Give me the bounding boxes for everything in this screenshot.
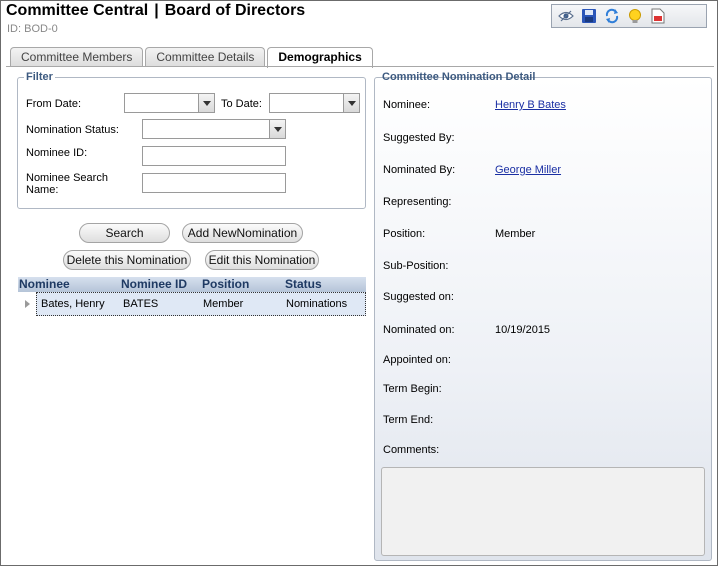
nominee-search-label: Nominee Search <box>26 172 108 184</box>
nominee-search-label-2: Name: <box>26 184 59 196</box>
detail-legend: Committee Nomination Detail <box>382 71 536 83</box>
position-label: Position: <box>383 228 426 240</box>
nominated-by-label: Nominated By: <box>383 164 456 176</box>
position-value: Member <box>495 228 536 240</box>
record-id: ID: BOD-0 <box>7 23 58 35</box>
expand-row-icon[interactable] <box>18 292 36 316</box>
column-header-nominee[interactable]: Nominee <box>18 277 121 292</box>
comments-textarea[interactable] <box>381 467 705 556</box>
refresh-icon[interactable] <box>602 7 621 26</box>
nominee-search-input[interactable] <box>142 173 286 193</box>
view-icon[interactable] <box>556 7 575 26</box>
edit-nomination-button[interactable]: Edit this Nomination <box>205 250 319 270</box>
filter-legend: Filter <box>24 71 55 83</box>
search-button[interactable]: Search <box>79 223 170 243</box>
nomination-status-select[interactable] <box>142 119 286 139</box>
cell-status: Nominations <box>286 298 348 310</box>
nominee-id-label: Nominee ID: <box>26 147 88 159</box>
page-title: Committee Central | Board of Directors <box>6 2 305 20</box>
tab-divider <box>6 66 714 67</box>
nomination-detail-panel: Committee Nomination Detail Nominee: Hen… <box>374 71 712 561</box>
grid-header: Nominee Nominee ID Position Status <box>18 277 366 292</box>
nominations-grid: Nominee Nominee ID Position Status Bates… <box>18 277 366 316</box>
lightbulb-icon[interactable] <box>625 7 644 26</box>
cell-position: Member <box>203 298 244 310</box>
toolbar <box>551 4 707 28</box>
from-date-label: From Date: <box>26 98 82 110</box>
chevron-down-icon[interactable] <box>198 94 214 112</box>
add-nomination-button[interactable]: Add NewNomination <box>182 223 303 243</box>
nominee-link[interactable]: Henry B Bates <box>495 99 566 111</box>
tab-demographics[interactable]: Demographics <box>267 47 373 68</box>
window-frame: Committee Central | Board of Directors ID:… <box>0 0 718 566</box>
nominee-id-input[interactable] <box>142 146 286 166</box>
cell-nominee: Bates, Henry <box>41 298 105 310</box>
suggested-on-label: Suggested on: <box>383 291 454 303</box>
page-title-record: Board of Directors <box>164 2 306 19</box>
tab-committee-members[interactable]: Committee Members <box>10 47 144 67</box>
representing-label: Representing: <box>383 196 452 208</box>
page-title-module: Committee Central <box>6 2 149 19</box>
term-begin-label: Term Begin: <box>383 383 442 395</box>
nominee-label: Nominee: <box>383 99 431 111</box>
nomination-status-label: Nomination Status: <box>26 124 119 136</box>
appointed-on-label: Appointed on: <box>383 354 451 366</box>
cell-nominee-id: BATES <box>123 298 159 310</box>
comments-label: Comments: <box>383 444 440 456</box>
sub-position-label: Sub-Position: <box>383 260 449 272</box>
table-row[interactable]: Bates, Henry BATES Member Nominations <box>18 292 366 316</box>
nominated-on-label: Nominated on: <box>383 324 455 336</box>
tab-strip: Committee Members Committee Details Demo… <box>10 47 375 68</box>
save-icon[interactable] <box>579 7 598 26</box>
from-date-picker[interactable] <box>124 93 215 113</box>
tab-committee-details[interactable]: Committee Details <box>145 47 266 67</box>
nominated-on-value: 10/19/2015 <box>495 324 551 336</box>
page-title-separator: | <box>154 2 159 19</box>
to-date-label: To Date: <box>221 98 262 110</box>
term-end-label: Term End: <box>383 414 434 426</box>
report-icon[interactable] <box>648 7 667 26</box>
suggested-by-label: Suggested By: <box>383 132 455 144</box>
table-row-cells[interactable]: Bates, Henry BATES Member Nominations <box>36 292 366 316</box>
nominated-by-link[interactable]: George Miller <box>495 164 561 176</box>
column-header-nominee-id[interactable]: Nominee ID <box>121 277 202 292</box>
chevron-down-icon[interactable] <box>269 120 285 138</box>
column-header-status[interactable]: Status <box>285 277 365 292</box>
filter-group: Filter From Date: To Date: Nomination St… <box>17 71 366 209</box>
chevron-down-icon[interactable] <box>343 94 359 112</box>
delete-nomination-button[interactable]: Delete this Nomination <box>63 250 191 270</box>
column-header-position[interactable]: Position <box>202 277 285 292</box>
to-date-picker[interactable] <box>269 93 360 113</box>
